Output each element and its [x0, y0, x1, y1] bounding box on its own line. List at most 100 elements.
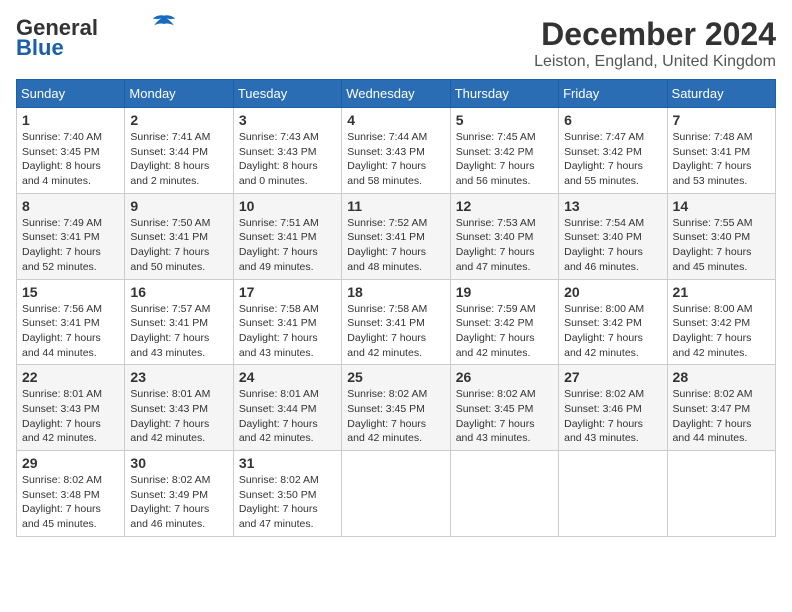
day-number: 11	[347, 198, 444, 214]
day-number: 12	[456, 198, 553, 214]
calendar-cell: 26 Sunrise: 8:02 AM Sunset: 3:45 PM Dayl…	[450, 365, 558, 451]
weekday-header-wednesday: Wednesday	[342, 80, 450, 108]
calendar-cell: 13 Sunrise: 7:54 AM Sunset: 3:40 PM Dayl…	[559, 193, 667, 279]
day-info: Sunrise: 7:53 AM Sunset: 3:40 PM Dayligh…	[456, 216, 553, 275]
day-number: 21	[673, 284, 770, 300]
calendar-cell: 7 Sunrise: 7:48 AM Sunset: 3:41 PM Dayli…	[667, 108, 775, 194]
day-number: 6	[564, 112, 661, 128]
calendar-week-4: 22 Sunrise: 8:01 AM Sunset: 3:43 PM Dayl…	[17, 365, 776, 451]
day-info: Sunrise: 8:02 AM Sunset: 3:50 PM Dayligh…	[239, 473, 336, 532]
day-number: 2	[130, 112, 227, 128]
day-number: 9	[130, 198, 227, 214]
calendar-cell: 4 Sunrise: 7:44 AM Sunset: 3:43 PM Dayli…	[342, 108, 450, 194]
calendar-week-5: 29 Sunrise: 8:02 AM Sunset: 3:48 PM Dayl…	[17, 451, 776, 537]
calendar-cell: 15 Sunrise: 7:56 AM Sunset: 3:41 PM Dayl…	[17, 279, 125, 365]
day-number: 18	[347, 284, 444, 300]
day-info: Sunrise: 7:48 AM Sunset: 3:41 PM Dayligh…	[673, 130, 770, 189]
calendar-cell: 25 Sunrise: 8:02 AM Sunset: 3:45 PM Dayl…	[342, 365, 450, 451]
logo: General Blue	[16, 16, 178, 60]
day-number: 19	[456, 284, 553, 300]
calendar-cell: 14 Sunrise: 7:55 AM Sunset: 3:40 PM Dayl…	[667, 193, 775, 279]
day-info: Sunrise: 7:57 AM Sunset: 3:41 PM Dayligh…	[130, 302, 227, 361]
title-section: December 2024 Leiston, England, United K…	[534, 16, 776, 71]
day-info: Sunrise: 7:40 AM Sunset: 3:45 PM Dayligh…	[22, 130, 119, 189]
calendar-cell: 5 Sunrise: 7:45 AM Sunset: 3:42 PM Dayli…	[450, 108, 558, 194]
weekday-header-row: SundayMondayTuesdayWednesdayThursdayFrid…	[17, 80, 776, 108]
calendar-table: SundayMondayTuesdayWednesdayThursdayFrid…	[16, 79, 776, 537]
weekday-header-tuesday: Tuesday	[233, 80, 341, 108]
day-number: 20	[564, 284, 661, 300]
calendar-cell: 21 Sunrise: 8:00 AM Sunset: 3:42 PM Dayl…	[667, 279, 775, 365]
day-number: 1	[22, 112, 119, 128]
day-info: Sunrise: 7:47 AM Sunset: 3:42 PM Dayligh…	[564, 130, 661, 189]
day-info: Sunrise: 7:43 AM Sunset: 3:43 PM Dayligh…	[239, 130, 336, 189]
calendar-cell: 1 Sunrise: 7:40 AM Sunset: 3:45 PM Dayli…	[17, 108, 125, 194]
day-info: Sunrise: 8:02 AM Sunset: 3:46 PM Dayligh…	[564, 387, 661, 446]
calendar-cell: 30 Sunrise: 8:02 AM Sunset: 3:49 PM Dayl…	[125, 451, 233, 537]
calendar-cell: 8 Sunrise: 7:49 AM Sunset: 3:41 PM Dayli…	[17, 193, 125, 279]
logo-bird-icon	[150, 14, 178, 34]
calendar-cell: 23 Sunrise: 8:01 AM Sunset: 3:43 PM Dayl…	[125, 365, 233, 451]
day-info: Sunrise: 7:51 AM Sunset: 3:41 PM Dayligh…	[239, 216, 336, 275]
month-title: December 2024	[534, 16, 776, 53]
day-info: Sunrise: 7:54 AM Sunset: 3:40 PM Dayligh…	[564, 216, 661, 275]
day-info: Sunrise: 8:02 AM Sunset: 3:45 PM Dayligh…	[347, 387, 444, 446]
day-number: 27	[564, 369, 661, 385]
day-info: Sunrise: 7:52 AM Sunset: 3:41 PM Dayligh…	[347, 216, 444, 275]
day-info: Sunrise: 7:41 AM Sunset: 3:44 PM Dayligh…	[130, 130, 227, 189]
day-number: 29	[22, 455, 119, 471]
day-info: Sunrise: 8:02 AM Sunset: 3:47 PM Dayligh…	[673, 387, 770, 446]
day-number: 13	[564, 198, 661, 214]
day-info: Sunrise: 7:56 AM Sunset: 3:41 PM Dayligh…	[22, 302, 119, 361]
calendar-cell	[667, 451, 775, 537]
calendar-cell	[342, 451, 450, 537]
day-number: 22	[22, 369, 119, 385]
calendar-cell: 28 Sunrise: 8:02 AM Sunset: 3:47 PM Dayl…	[667, 365, 775, 451]
day-number: 8	[22, 198, 119, 214]
calendar-cell: 29 Sunrise: 8:02 AM Sunset: 3:48 PM Dayl…	[17, 451, 125, 537]
day-info: Sunrise: 7:58 AM Sunset: 3:41 PM Dayligh…	[239, 302, 336, 361]
day-number: 5	[456, 112, 553, 128]
calendar-cell: 10 Sunrise: 7:51 AM Sunset: 3:41 PM Dayl…	[233, 193, 341, 279]
day-info: Sunrise: 8:02 AM Sunset: 3:49 PM Dayligh…	[130, 473, 227, 532]
calendar-cell: 19 Sunrise: 7:59 AM Sunset: 3:42 PM Dayl…	[450, 279, 558, 365]
day-info: Sunrise: 7:44 AM Sunset: 3:43 PM Dayligh…	[347, 130, 444, 189]
day-info: Sunrise: 8:01 AM Sunset: 3:44 PM Dayligh…	[239, 387, 336, 446]
day-number: 4	[347, 112, 444, 128]
calendar-cell: 2 Sunrise: 7:41 AM Sunset: 3:44 PM Dayli…	[125, 108, 233, 194]
calendar-cell: 9 Sunrise: 7:50 AM Sunset: 3:41 PM Dayli…	[125, 193, 233, 279]
day-number: 16	[130, 284, 227, 300]
day-number: 7	[673, 112, 770, 128]
day-info: Sunrise: 7:58 AM Sunset: 3:41 PM Dayligh…	[347, 302, 444, 361]
calendar-week-1: 1 Sunrise: 7:40 AM Sunset: 3:45 PM Dayli…	[17, 108, 776, 194]
calendar-cell: 20 Sunrise: 8:00 AM Sunset: 3:42 PM Dayl…	[559, 279, 667, 365]
day-number: 14	[673, 198, 770, 214]
day-number: 31	[239, 455, 336, 471]
calendar-cell: 11 Sunrise: 7:52 AM Sunset: 3:41 PM Dayl…	[342, 193, 450, 279]
page-header: General Blue December 2024 Leiston, Engl…	[16, 16, 776, 71]
day-info: Sunrise: 8:00 AM Sunset: 3:42 PM Dayligh…	[673, 302, 770, 361]
calendar-cell: 24 Sunrise: 8:01 AM Sunset: 3:44 PM Dayl…	[233, 365, 341, 451]
weekday-header-friday: Friday	[559, 80, 667, 108]
day-info: Sunrise: 7:49 AM Sunset: 3:41 PM Dayligh…	[22, 216, 119, 275]
calendar-week-3: 15 Sunrise: 7:56 AM Sunset: 3:41 PM Dayl…	[17, 279, 776, 365]
weekday-header-monday: Monday	[125, 80, 233, 108]
calendar-cell: 16 Sunrise: 7:57 AM Sunset: 3:41 PM Dayl…	[125, 279, 233, 365]
day-info: Sunrise: 8:02 AM Sunset: 3:45 PM Dayligh…	[456, 387, 553, 446]
day-number: 28	[673, 369, 770, 385]
calendar-cell: 12 Sunrise: 7:53 AM Sunset: 3:40 PM Dayl…	[450, 193, 558, 279]
day-number: 15	[22, 284, 119, 300]
day-number: 10	[239, 198, 336, 214]
calendar-cell: 18 Sunrise: 7:58 AM Sunset: 3:41 PM Dayl…	[342, 279, 450, 365]
calendar-cell: 31 Sunrise: 8:02 AM Sunset: 3:50 PM Dayl…	[233, 451, 341, 537]
day-info: Sunrise: 8:01 AM Sunset: 3:43 PM Dayligh…	[22, 387, 119, 446]
calendar-cell: 3 Sunrise: 7:43 AM Sunset: 3:43 PM Dayli…	[233, 108, 341, 194]
day-number: 3	[239, 112, 336, 128]
weekday-header-saturday: Saturday	[667, 80, 775, 108]
day-info: Sunrise: 8:00 AM Sunset: 3:42 PM Dayligh…	[564, 302, 661, 361]
day-info: Sunrise: 7:45 AM Sunset: 3:42 PM Dayligh…	[456, 130, 553, 189]
calendar-cell: 22 Sunrise: 8:01 AM Sunset: 3:43 PM Dayl…	[17, 365, 125, 451]
calendar-cell: 27 Sunrise: 8:02 AM Sunset: 3:46 PM Dayl…	[559, 365, 667, 451]
calendar-cell	[450, 451, 558, 537]
day-info: Sunrise: 8:02 AM Sunset: 3:48 PM Dayligh…	[22, 473, 119, 532]
